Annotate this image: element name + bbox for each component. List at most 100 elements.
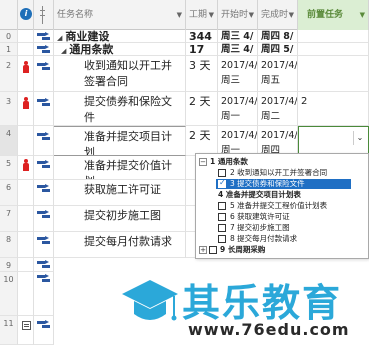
chevron-down-icon[interactable]: ▼ xyxy=(209,0,214,30)
auto-schedule-icon xyxy=(37,184,50,193)
watermark: 其乐教育 www.76edu.com xyxy=(120,270,369,345)
duration-cell[interactable]: 3 天 xyxy=(186,56,218,92)
checkbox[interactable] xyxy=(209,246,217,254)
chevron-down-icon[interactable]: ▼ xyxy=(177,0,182,30)
task-name-cell[interactable]: 准备并提交价值计划 xyxy=(54,156,186,180)
row-id: 1 xyxy=(0,43,18,56)
duration-cell[interactable]: 17 天 xyxy=(186,43,218,56)
indicator-cell xyxy=(18,43,34,56)
task-name-cell[interactable]: 提交初步施工图 xyxy=(54,206,186,232)
task-name-cell[interactable]: ◢ 商业建设 xyxy=(54,30,186,43)
finish-cell[interactable]: 2017/4/ 周四 xyxy=(258,126,298,156)
task-name-cell[interactable]: ◢ 通用条款 xyxy=(54,43,186,56)
duration-header[interactable]: 工期 ▼ xyxy=(186,0,218,30)
expand-box-icon[interactable]: + xyxy=(199,246,207,254)
task-name-cell[interactable]: 准备并提交项目计划 xyxy=(54,126,186,156)
auto-schedule-icon xyxy=(37,274,50,283)
indicator-cell xyxy=(18,232,34,258)
predecessor-combo-box[interactable]: ⌄ xyxy=(298,126,369,156)
finish-cell[interactable]: 周四 5/ xyxy=(258,43,298,56)
start-header[interactable]: 开始时 ▼ xyxy=(218,0,258,30)
chevron-down-icon[interactable]: ▼ xyxy=(289,0,294,30)
checkbox-checked[interactable] xyxy=(218,178,226,188)
row-id: 4 xyxy=(0,126,18,156)
table-row[interactable]: 2 收到通知以开工并签署合同 3 天 2017/4/ 周三 2017/4/ 周五 xyxy=(0,56,369,92)
finish-cell[interactable]: 周四 8/ xyxy=(258,30,298,43)
auto-schedule-icon xyxy=(37,32,50,41)
predecessor-cell[interactable] xyxy=(298,43,369,56)
predecessor-cell[interactable] xyxy=(298,56,369,92)
row-id: 0 xyxy=(0,30,18,43)
start-cell[interactable]: 周三 4/ xyxy=(218,30,258,43)
indicator-cell xyxy=(18,206,34,232)
table-row-selected[interactable]: 4 准备并提交项目计划 2 天 2017/4/ 周一 2017/4/ 周四 ⌄ xyxy=(0,126,369,156)
task-name-cell[interactable]: 提交债券和保险文件 xyxy=(54,92,186,126)
select-all-cell[interactable] xyxy=(0,0,18,30)
row-id: 8 xyxy=(0,232,18,258)
indicators-header[interactable]: i xyxy=(18,0,34,30)
dropdown-item[interactable]: + 9 长周期采购 xyxy=(196,245,368,255)
duration-cell[interactable]: 344 天 xyxy=(186,30,218,43)
collapse-box-icon[interactable]: − xyxy=(199,158,207,166)
start-cell[interactable]: 2017/4/ 周三 xyxy=(218,56,258,92)
finish-cell[interactable]: 2017/4/ 周五 xyxy=(258,56,298,92)
task-name-cell[interactable]: 提交每月付款请求 xyxy=(54,232,186,258)
finish-cell[interactable]: 2017/4/ 周二 xyxy=(258,92,298,126)
dropdown-item[interactable]: 5 准备并提交工程价值计划表 xyxy=(196,201,368,211)
dropdown-item[interactable]: 6 获取建筑许可证 xyxy=(196,212,368,222)
brand-title: 其乐教育 xyxy=(182,281,343,325)
indicator-cell xyxy=(18,272,34,316)
row-id: 7 xyxy=(0,206,18,232)
duration-cell[interactable]: 2 天 xyxy=(186,92,218,126)
task-mode-cell xyxy=(34,232,54,258)
task-mode-cell xyxy=(34,272,54,316)
start-cell[interactable]: 2017/4/ 周一 xyxy=(218,92,258,126)
task-mode-cell xyxy=(34,43,54,56)
table-row[interactable]: 3 提交债券和保险文件 2 天 2017/4/ 周一 2017/4/ 周二 2 xyxy=(0,92,369,126)
duration-cell[interactable]: 2 天 xyxy=(186,126,218,156)
chevron-down-icon[interactable]: ▼ xyxy=(249,0,254,30)
indicator-cell xyxy=(18,56,34,92)
collapse-triangle-icon[interactable]: ◢ xyxy=(57,33,62,42)
auto-schedule-icon xyxy=(37,260,50,269)
task-name-header[interactable]: 任务名称 ▼ xyxy=(54,0,186,30)
resource-person-icon xyxy=(23,97,29,109)
indicator-cell xyxy=(18,316,34,345)
chevron-down-icon[interactable]: ▼ xyxy=(360,0,365,30)
predecessor-cell[interactable] xyxy=(298,30,369,43)
collapse-triangle-icon[interactable]: ◢ xyxy=(61,46,66,55)
row-id: 11 xyxy=(0,316,18,345)
task-mode-cell xyxy=(34,180,54,206)
checkbox[interactable] xyxy=(218,224,226,232)
row-id: 3 xyxy=(0,92,18,126)
dropdown-item-highlighted[interactable]: 3 提交债券和保险文件 xyxy=(216,178,351,189)
table-row[interactable]: 0 ◢商业建设 344 天 周三 4/ 周四 8/ xyxy=(0,30,369,43)
auto-schedule-icon xyxy=(37,62,50,71)
predecessors-header[interactable]: 前置任务 ▼ xyxy=(298,0,369,30)
finish-header[interactable]: 完成时 ▼ xyxy=(258,0,298,30)
task-mode-header[interactable] xyxy=(34,0,54,30)
table-row[interactable]: 1 ◢通用条款 17 天 周三 4/ 周四 5/ xyxy=(0,43,369,56)
dropdown-item[interactable]: 7 提交初步施工图 xyxy=(196,223,368,233)
resource-person-icon xyxy=(23,61,29,73)
dropdown-item[interactable]: − 1 通用条款 xyxy=(196,157,368,167)
checkbox[interactable] xyxy=(218,169,226,177)
dropdown-item[interactable]: 4 准备并提交项目计划表 xyxy=(196,190,368,200)
predecessor-dropdown-list[interactable]: − 1 通用条款 2 收到通知以开工并签署合同 3 提交债券和保险文件 4 准备… xyxy=(195,153,369,259)
checkbox[interactable] xyxy=(218,213,226,221)
dropdown-item[interactable]: 2 收到通知以开工并签署合同 xyxy=(196,168,368,178)
start-cell[interactable]: 2017/4/ 周一 xyxy=(218,126,258,156)
task-name-cell[interactable]: 收到通知以开工并签署合同 xyxy=(54,56,186,92)
auto-schedule-icon xyxy=(37,236,50,245)
auto-schedule-icon xyxy=(37,210,50,219)
checkbox[interactable] xyxy=(218,235,226,243)
start-cell[interactable]: 周三 4/ xyxy=(218,43,258,56)
predecessor-cell[interactable]: 2 xyxy=(298,92,369,126)
dropdown-arrow-icon[interactable]: ⌄ xyxy=(353,131,366,145)
task-name-cell[interactable]: 获取施工许可证 xyxy=(54,180,186,206)
task-mode-cell xyxy=(34,206,54,232)
task-mode-cell xyxy=(34,92,54,126)
task-notes-icon xyxy=(22,321,31,330)
checkbox[interactable] xyxy=(218,202,226,210)
dropdown-item[interactable]: 8 提交每月付款请求 xyxy=(196,234,368,244)
